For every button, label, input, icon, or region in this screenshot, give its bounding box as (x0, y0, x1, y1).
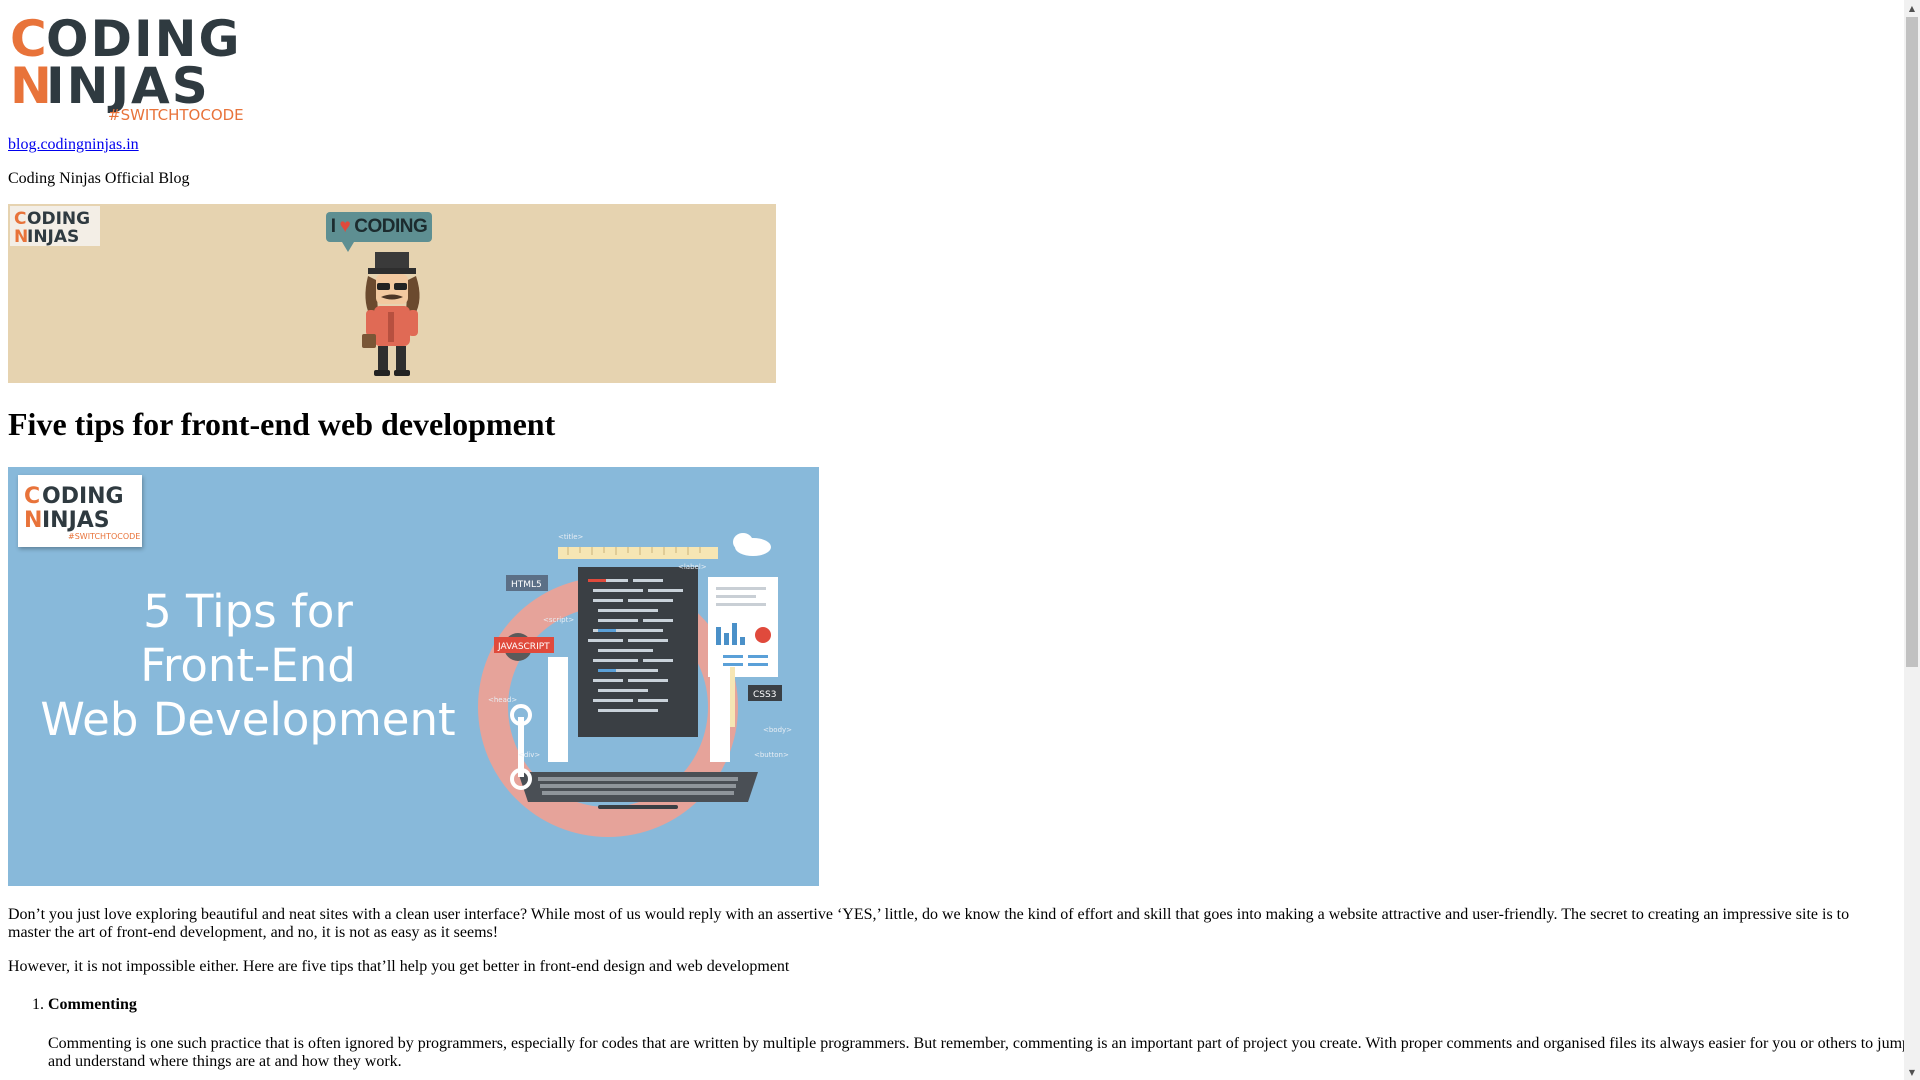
vertical-scrollbar[interactable]: ▲ ▼ (1904, 0, 1920, 1080)
hero-image: C ODING N INJAS #SWITCHTOCODE 5 Tips for… (8, 467, 819, 886)
header-banner: C ODING N INJAS I ♥ CODING (8, 204, 776, 383)
site-home-link[interactable]: blog.codingninjas.in (8, 136, 139, 154)
coding-ninjas-logo[interactable]: C ODING N INJAS #SWITCHTOCODE (8, 10, 248, 120)
hero-headline-line1: 5 Tips for (143, 585, 353, 638)
bubble-prefix: I (330, 216, 336, 237)
svg-text:<label>: <label> (678, 563, 707, 571)
logo-tagline: #SWITCHTOCODE (108, 106, 244, 120)
tip-item: Commenting Commenting is one such practi… (48, 996, 1904, 1071)
scroll-down-arrow-icon[interactable]: ▼ (1904, 1064, 1920, 1080)
svg-text:<title>: <title> (558, 533, 584, 541)
svg-text:INJAS: INJAS (42, 508, 110, 533)
intro-paragraph: Don’t you just love exploring beautiful … (8, 906, 1850, 941)
svg-text:C: C (14, 209, 26, 229)
heart-icon: ♥ (339, 216, 351, 237)
svg-text:HTML5: HTML5 (511, 580, 542, 590)
svg-text:ODING: ODING (42, 484, 124, 509)
svg-text:CSS3: CSS3 (753, 690, 776, 700)
svg-text:JAVASCRIPT: JAVASCRIPT (497, 642, 550, 652)
tips-list: Commenting Commenting is one such practi… (8, 996, 1904, 1071)
svg-text:#SWITCHTOCODE: #SWITCHTOCODE (68, 532, 140, 541)
bubble-text: CODING (354, 216, 428, 237)
hero-headline: 5 Tips for Front-End Web Development (8, 585, 488, 747)
hero-headline-line2: Front-End (140, 639, 356, 692)
svg-text:C: C (24, 484, 40, 509)
hero-logo: C ODING N INJAS #SWITCHTOCODE (18, 475, 142, 547)
tip-body: Commenting is one such practice that is … (48, 1035, 1904, 1070)
banner-logo: C ODING N INJAS (10, 206, 100, 247)
tips-intro-paragraph: However, it is not impossible either. He… (8, 958, 790, 975)
page: C ODING N INJAS #SWITCHTOCODE blog.codin… (0, 0, 1904, 1080)
hero-headline-line3: Web Development (40, 693, 456, 746)
post-title: Five tips for front-end web development (8, 406, 556, 442)
svg-text:<button>: <button> (754, 751, 789, 759)
svg-text:<head>: <head> (488, 696, 517, 704)
site-tagline: Coding Ninjas Official Blog (8, 170, 190, 187)
scroll-up-arrow-icon[interactable]: ▲ (1904, 0, 1920, 16)
ninja-character-illustration (362, 252, 420, 376)
scrollbar-thumb[interactable] (1906, 17, 1918, 667)
laptop-code-illustration: HTML5 JAVASCRIPT CSS3 <title> <label> <s… (478, 533, 792, 837)
i-love-coding-bubble: I ♥ CODING (326, 212, 432, 242)
tip-heading: Commenting (48, 996, 137, 1013)
svg-text:INJAS: INJAS (27, 227, 79, 246)
svg-text:N: N (24, 508, 42, 533)
svg-text:<div>: <div> (518, 751, 540, 759)
svg-text:<body>: <body> (763, 726, 792, 734)
svg-text:<script>: <script> (543, 616, 574, 624)
svg-text:ODING: ODING (27, 209, 90, 229)
